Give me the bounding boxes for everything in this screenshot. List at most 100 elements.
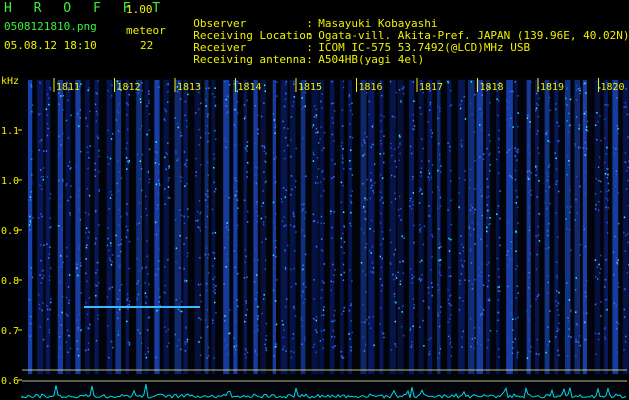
noise-speckle [48, 331, 50, 334]
noise-speckle [617, 282, 619, 284]
noise-speckle [350, 303, 352, 305]
noise-speckle [419, 106, 421, 109]
noise-speckle [304, 336, 306, 339]
noise-speckle [212, 251, 214, 254]
noise-speckle [399, 261, 401, 263]
noise-speckle [39, 307, 41, 310]
noise-speckle [333, 211, 335, 213]
noise-speckle [127, 229, 129, 232]
noise-speckle [481, 94, 483, 97]
noise-speckle [94, 284, 97, 287]
noise-speckle [555, 336, 557, 338]
noise-speckle [147, 351, 150, 353]
noise-speckle [282, 348, 284, 351]
noise-speckle [617, 322, 620, 325]
noise-speckle [421, 160, 423, 162]
noise-speckle [498, 236, 501, 239]
noise-speckle [128, 240, 131, 243]
noise-speckle [164, 119, 166, 122]
noise-speckle [437, 169, 439, 172]
noise-speckle [342, 357, 344, 359]
noise-speckle [599, 115, 601, 117]
noise-speckle [274, 132, 276, 134]
noise-speckle [245, 148, 247, 151]
noise-speckle [177, 308, 180, 311]
noise-speckle [128, 267, 130, 270]
noise-speckle [390, 241, 392, 244]
noise-speckle [516, 159, 518, 161]
noise-speckle [108, 288, 110, 291]
noise-speckle [432, 235, 434, 238]
noise-speckle [615, 130, 617, 132]
noise-speckle [605, 259, 607, 261]
noise-speckle [213, 130, 216, 132]
noise-speckle [380, 114, 382, 116]
noise-speckle [179, 310, 181, 312]
noise-speckle [439, 196, 442, 199]
noise-speckle [438, 189, 440, 192]
noise-speckle [46, 243, 48, 245]
noise-speckle [28, 298, 31, 301]
noise-speckle [43, 150, 45, 153]
noise-speckle [286, 298, 288, 300]
noise-speckle [197, 219, 199, 222]
noise-speckle [205, 326, 207, 329]
noise-speckle [125, 102, 128, 104]
noise-speckle [148, 102, 150, 105]
noise-speckle [399, 143, 401, 146]
noise-speckle [554, 152, 556, 154]
noise-speckle [282, 323, 284, 326]
noise-speckle [350, 109, 352, 112]
noise-speckle [293, 83, 295, 85]
noise-speckle [464, 179, 466, 181]
noise-speckle [28, 303, 31, 305]
noise-speckle [98, 190, 100, 193]
noise-speckle [497, 114, 499, 117]
noise-speckle [107, 324, 109, 327]
noise-speckle [214, 105, 216, 107]
noise-speckle [373, 230, 375, 233]
noise-speckle [449, 341, 452, 343]
noise-speckle [115, 119, 118, 121]
noise-speckle [604, 299, 607, 301]
noise-speckle [227, 332, 230, 335]
noise-speckle [212, 265, 214, 267]
noise-speckle [459, 107, 462, 110]
noise-speckle [226, 258, 229, 261]
noise-speckle [460, 235, 462, 237]
noise-speckle [246, 308, 249, 311]
noise-speckle [30, 267, 32, 269]
noise-speckle [265, 180, 267, 183]
noise-speckle [548, 222, 550, 225]
noise-speckle [111, 194, 113, 196]
noise-speckle [315, 351, 317, 354]
noise-speckle [460, 259, 463, 262]
noise-speckle [481, 195, 483, 197]
noise-speckle [487, 299, 490, 302]
noise-speckle [183, 243, 185, 245]
noise-speckle [111, 260, 113, 263]
noise-speckle [233, 124, 236, 126]
noise-speckle [272, 201, 275, 204]
noise-speckle [48, 253, 50, 255]
noise-speckle [535, 166, 537, 168]
noise-speckle [305, 286, 307, 288]
noise-speckle [200, 211, 202, 214]
noise-speckle [42, 269, 45, 272]
noise-speckle [206, 289, 208, 292]
noise-speckle [615, 170, 618, 173]
noise-stripe [554, 80, 559, 374]
noise-speckle [262, 221, 265, 223]
noise-speckle [597, 120, 599, 123]
noise-speckle [624, 288, 627, 291]
noise-speckle [431, 234, 433, 236]
noise-speckle [486, 217, 488, 219]
noise-speckle [343, 241, 346, 243]
noise-speckle [579, 89, 581, 92]
noise-speckle [440, 246, 442, 248]
noise-speckle [213, 286, 215, 289]
noise-speckle [427, 306, 430, 309]
noise-speckle [144, 282, 146, 284]
noise-speckle [576, 212, 578, 214]
noise-speckle [311, 126, 314, 128]
